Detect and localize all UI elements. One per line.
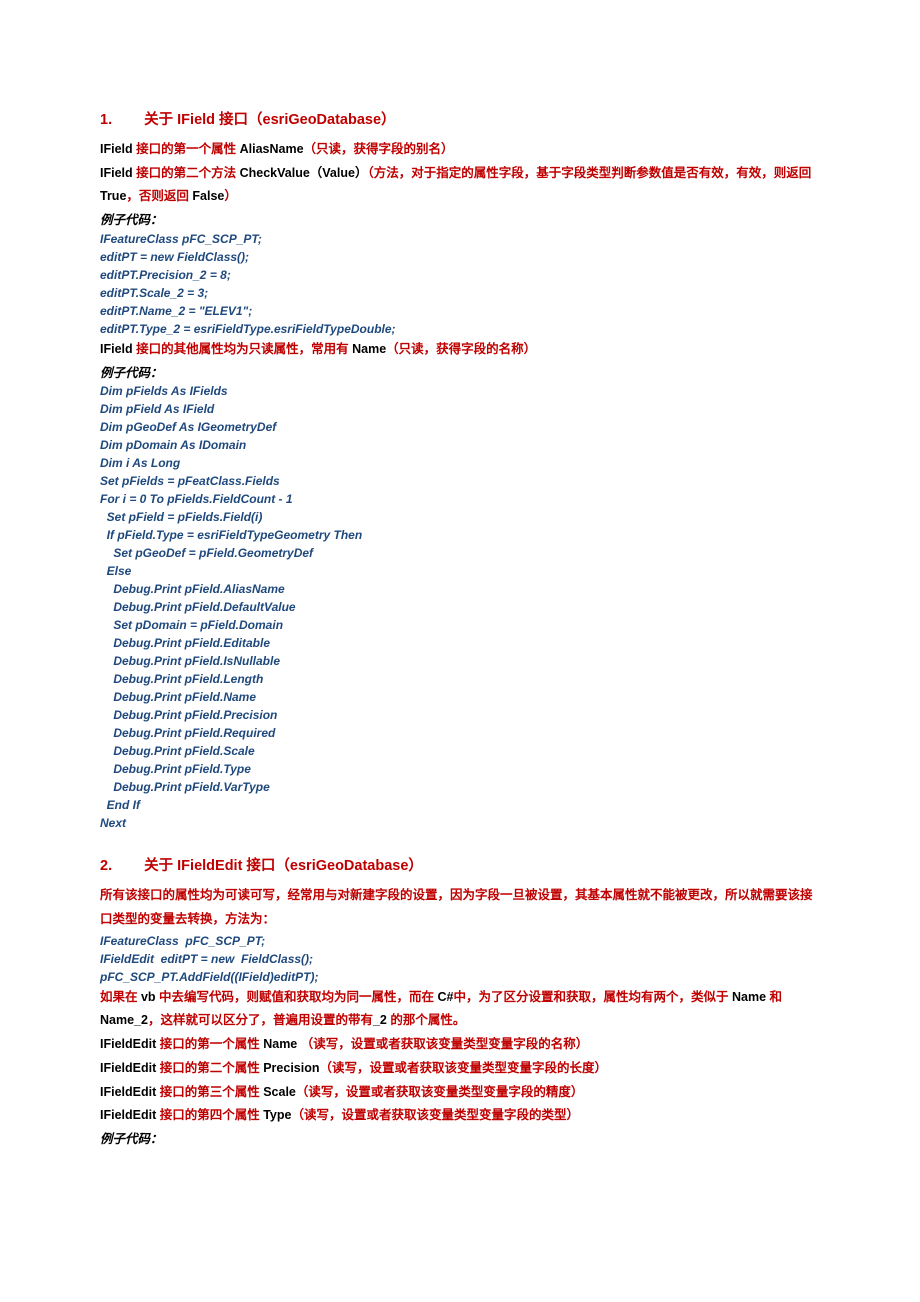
text: Name	[732, 990, 770, 1004]
code-line: Next	[100, 814, 820, 832]
text: （读写，设置或者获取该变量类型变量字段的精度）	[296, 1085, 584, 1099]
code-line: Debug.Print pField.VarType	[100, 778, 820, 796]
code-line: Dim pFields As IFields	[100, 382, 820, 400]
s2-para2: 如果在 vb 中去编写代码，则赋值和获取均为同一属性，而在 C#中，为了区分设置…	[100, 986, 820, 1034]
code-line: editPT.Precision_2 = 8;	[100, 266, 820, 284]
text: Name	[352, 342, 386, 356]
s2-line2: IFieldEdit 接口的第二个属性 Precision（读写，设置或者获取该…	[100, 1057, 820, 1081]
text: Precision	[263, 1061, 319, 1075]
code-line: End If	[100, 796, 820, 814]
text: IFieldEdit	[100, 1108, 160, 1122]
text: 接口的第二个属性	[160, 1061, 263, 1075]
text: （读写，设置或者获取该变量类型变量字段的长度）	[320, 1061, 608, 1075]
text: （读写，设置或者获取该变量类型变量字段的名称）	[301, 1037, 589, 1051]
text: Scale	[263, 1085, 296, 1099]
code-line: Debug.Print pField.Length	[100, 670, 820, 688]
code-line: editPT = new FieldClass();	[100, 248, 820, 266]
text: 中去编写代码，则赋值和获取均为同一属性，而在	[159, 990, 437, 1004]
s2-line4: IFieldEdit 接口的第四个属性 Type（读写，设置或者获取该变量类型变…	[100, 1104, 820, 1128]
text: vb	[141, 990, 159, 1004]
text: 接口的其他属性均为只读属性，常用有	[136, 342, 352, 356]
code-line: Debug.Print pField.Precision	[100, 706, 820, 724]
text: 如果在	[100, 990, 141, 1004]
text: IField	[100, 342, 136, 356]
code-line: Else	[100, 562, 820, 580]
text: IField	[100, 142, 136, 156]
code-line: Set pDomain = pField.Domain	[100, 616, 820, 634]
text: 接口的第二个方法	[136, 166, 239, 180]
text: （只读，获得字段的别名）	[304, 142, 454, 156]
code-line: editPT.Scale_2 = 3;	[100, 284, 820, 302]
code-line: Dim i As Long	[100, 454, 820, 472]
text: C#	[438, 990, 454, 1004]
code-line: IFeatureClass pFC_SCP_PT;	[100, 932, 820, 950]
text: 接口的第一个属性	[136, 142, 239, 156]
code-line: For i = 0 To pFields.FieldCount - 1	[100, 490, 820, 508]
text: 的那个属性。	[390, 1013, 465, 1027]
code-line: Set pField = pFields.Field(i)	[100, 508, 820, 526]
text: 中，为了区分设置和获取，属性均有两个，类似于	[454, 990, 732, 1004]
text: Name	[263, 1037, 301, 1051]
section-2-title: 关于 IFieldEdit 接口（esriGeoDatabase）	[144, 858, 423, 874]
code-line: If pField.Type = esriFieldTypeGeometry T…	[100, 526, 820, 544]
code-line: editPT.Name_2 = "ELEV1";	[100, 302, 820, 320]
code-line: Debug.Print pField.IsNullable	[100, 652, 820, 670]
section-2-num: 2.	[100, 858, 112, 874]
s2-line3: IFieldEdit 接口的第三个属性 Scale（读写，设置或者获取该变量类型…	[100, 1081, 820, 1105]
text: 接口的第一个属性	[160, 1037, 263, 1051]
code-line: Debug.Print pField.DefaultValue	[100, 598, 820, 616]
code-line: Set pGeoDef = pField.GeometryDef	[100, 544, 820, 562]
text: ，这样就可以区分了，普遍用设置的带有	[148, 1013, 373, 1027]
text: 接口的第四个属性	[160, 1108, 263, 1122]
code-line: Debug.Print pField.Required	[100, 724, 820, 742]
s1-line3: IField 接口的其他属性均为只读属性，常用有 Name（只读，获得字段的名称…	[100, 338, 820, 362]
text: 接口的第三个属性	[160, 1085, 263, 1099]
section-1-heading: 1. 关于 IField 接口（esriGeoDatabase）	[100, 110, 820, 132]
code-line: Debug.Print pField.Name	[100, 688, 820, 706]
example-label-3: 例子代码：	[100, 1130, 820, 1149]
s1-line1: IField 接口的第一个属性 AliasName（只读，获得字段的别名）	[100, 138, 820, 162]
text: AliasName	[240, 142, 304, 156]
text: Name_2	[100, 1013, 148, 1027]
text: ）	[224, 189, 237, 203]
text: IField	[100, 166, 136, 180]
code-line: IFeatureClass pFC_SCP_PT;	[100, 230, 820, 248]
code-line: IFieldEdit editPT = new FieldClass();	[100, 950, 820, 968]
spacer	[100, 832, 820, 856]
text: 和	[770, 990, 783, 1004]
example-label-1: 例子代码：	[100, 211, 820, 230]
code-line: Debug.Print pField.Scale	[100, 742, 820, 760]
code-line: pFC_SCP_PT.AddField((IField)editPT);	[100, 968, 820, 986]
text: CheckValue（Value）	[240, 166, 368, 180]
code-line: Set pFields = pFeatClass.Fields	[100, 472, 820, 490]
section-2-heading: 2. 关于 IFieldEdit 接口（esriGeoDatabase）	[100, 856, 820, 878]
code-line: editPT.Type_2 = esriFieldType.esriFieldT…	[100, 320, 820, 338]
s1-line2: IField 接口的第二个方法 CheckValue（Value）（方法，对于指…	[100, 162, 820, 210]
section-1-num: 1.	[100, 112, 112, 128]
text: ，否则返回	[126, 189, 192, 203]
text: True	[100, 189, 126, 203]
text: False	[192, 189, 224, 203]
s2-para1: 所有该接口的属性均为可读可写，经常用与对新建字段的设置，因为字段一旦被设置，其基…	[100, 884, 820, 932]
text: IFieldEdit	[100, 1037, 160, 1051]
example-label-2: 例子代码：	[100, 364, 820, 383]
code-line: Dim pDomain As IDomain	[100, 436, 820, 454]
code-line: Debug.Print pField.AliasName	[100, 580, 820, 598]
section-1-title: 关于 IField 接口（esriGeoDatabase）	[144, 112, 395, 128]
code-line: Dim pGeoDef As IGeometryDef	[100, 418, 820, 436]
code-line: Debug.Print pField.Type	[100, 760, 820, 778]
text: _2	[373, 1013, 390, 1027]
text: （只读，获得字段的名称）	[386, 342, 536, 356]
code-line: Debug.Print pField.Editable	[100, 634, 820, 652]
text: IFieldEdit	[100, 1085, 160, 1099]
s2-line1: IFieldEdit 接口的第一个属性 Name （读写，设置或者获取该变量类型…	[100, 1033, 820, 1057]
text: IFieldEdit	[100, 1061, 160, 1075]
text: （读写，设置或者获取该变量类型变量字段的类型）	[291, 1108, 579, 1122]
text: （方法，对于指定的属性字段，基于字段类型判断参数值是否有效，有效，则返回	[367, 166, 811, 180]
code-line: Dim pField As IField	[100, 400, 820, 418]
text: Type	[263, 1108, 291, 1122]
